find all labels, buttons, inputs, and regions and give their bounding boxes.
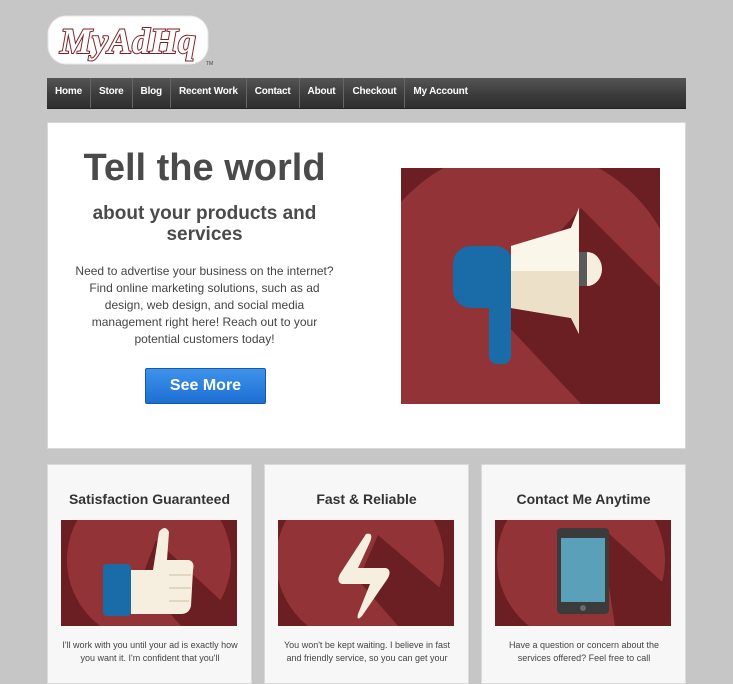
card-contact: Contact Me Anytime Have a question or co…	[481, 464, 686, 684]
nav-blog[interactable]: Blog	[133, 78, 171, 108]
nav-store[interactable]: Store	[91, 78, 133, 108]
lightning-icon	[278, 520, 454, 626]
card-satisfaction: Satisfaction Guaranteed I'll work with y…	[47, 464, 252, 684]
card-text: I'll work with you until your ad is exac…	[62, 640, 238, 663]
hero-subtitle: about your products and services	[92, 203, 317, 245]
card-title: Fast & Reliable	[316, 491, 417, 507]
hero-section: Tell the world about your products and s…	[47, 122, 686, 449]
logo-tm: TM	[206, 61, 213, 67]
tablet-icon	[495, 520, 671, 626]
hero-description: Need to advertise your business on the i…	[75, 264, 334, 346]
see-more-button[interactable]: See More	[145, 368, 266, 404]
nav-home[interactable]: Home	[47, 78, 91, 108]
card-title: Satisfaction Guaranteed	[68, 491, 231, 507]
megaphone-icon	[401, 168, 660, 404]
nav-my-account[interactable]: My Account	[405, 78, 475, 108]
nav-contact[interactable]: Contact	[247, 78, 300, 108]
card-text: You won't be kept waiting. I believe in …	[284, 640, 450, 663]
nav-recent-work[interactable]: Recent Work	[171, 78, 247, 108]
nav-about[interactable]: About	[300, 78, 345, 108]
card-fast-reliable: Fast & Reliable You won't be kept waitin…	[264, 464, 469, 684]
logo-text-overlay: MyAdHq	[59, 21, 196, 61]
card-title: Contact Me Anytime	[516, 491, 651, 507]
nav-checkout[interactable]: Checkout	[344, 78, 406, 108]
card-text: Have a question or concern about the ser…	[508, 640, 660, 663]
thumbs-up-icon	[61, 520, 237, 626]
main-nav: Home Store Blog Recent Work Contact Abou…	[47, 78, 686, 109]
hero-title: Tell the world	[83, 147, 326, 189]
site-logo[interactable]: MyAdHq MyAdHq TM	[46, 10, 218, 72]
